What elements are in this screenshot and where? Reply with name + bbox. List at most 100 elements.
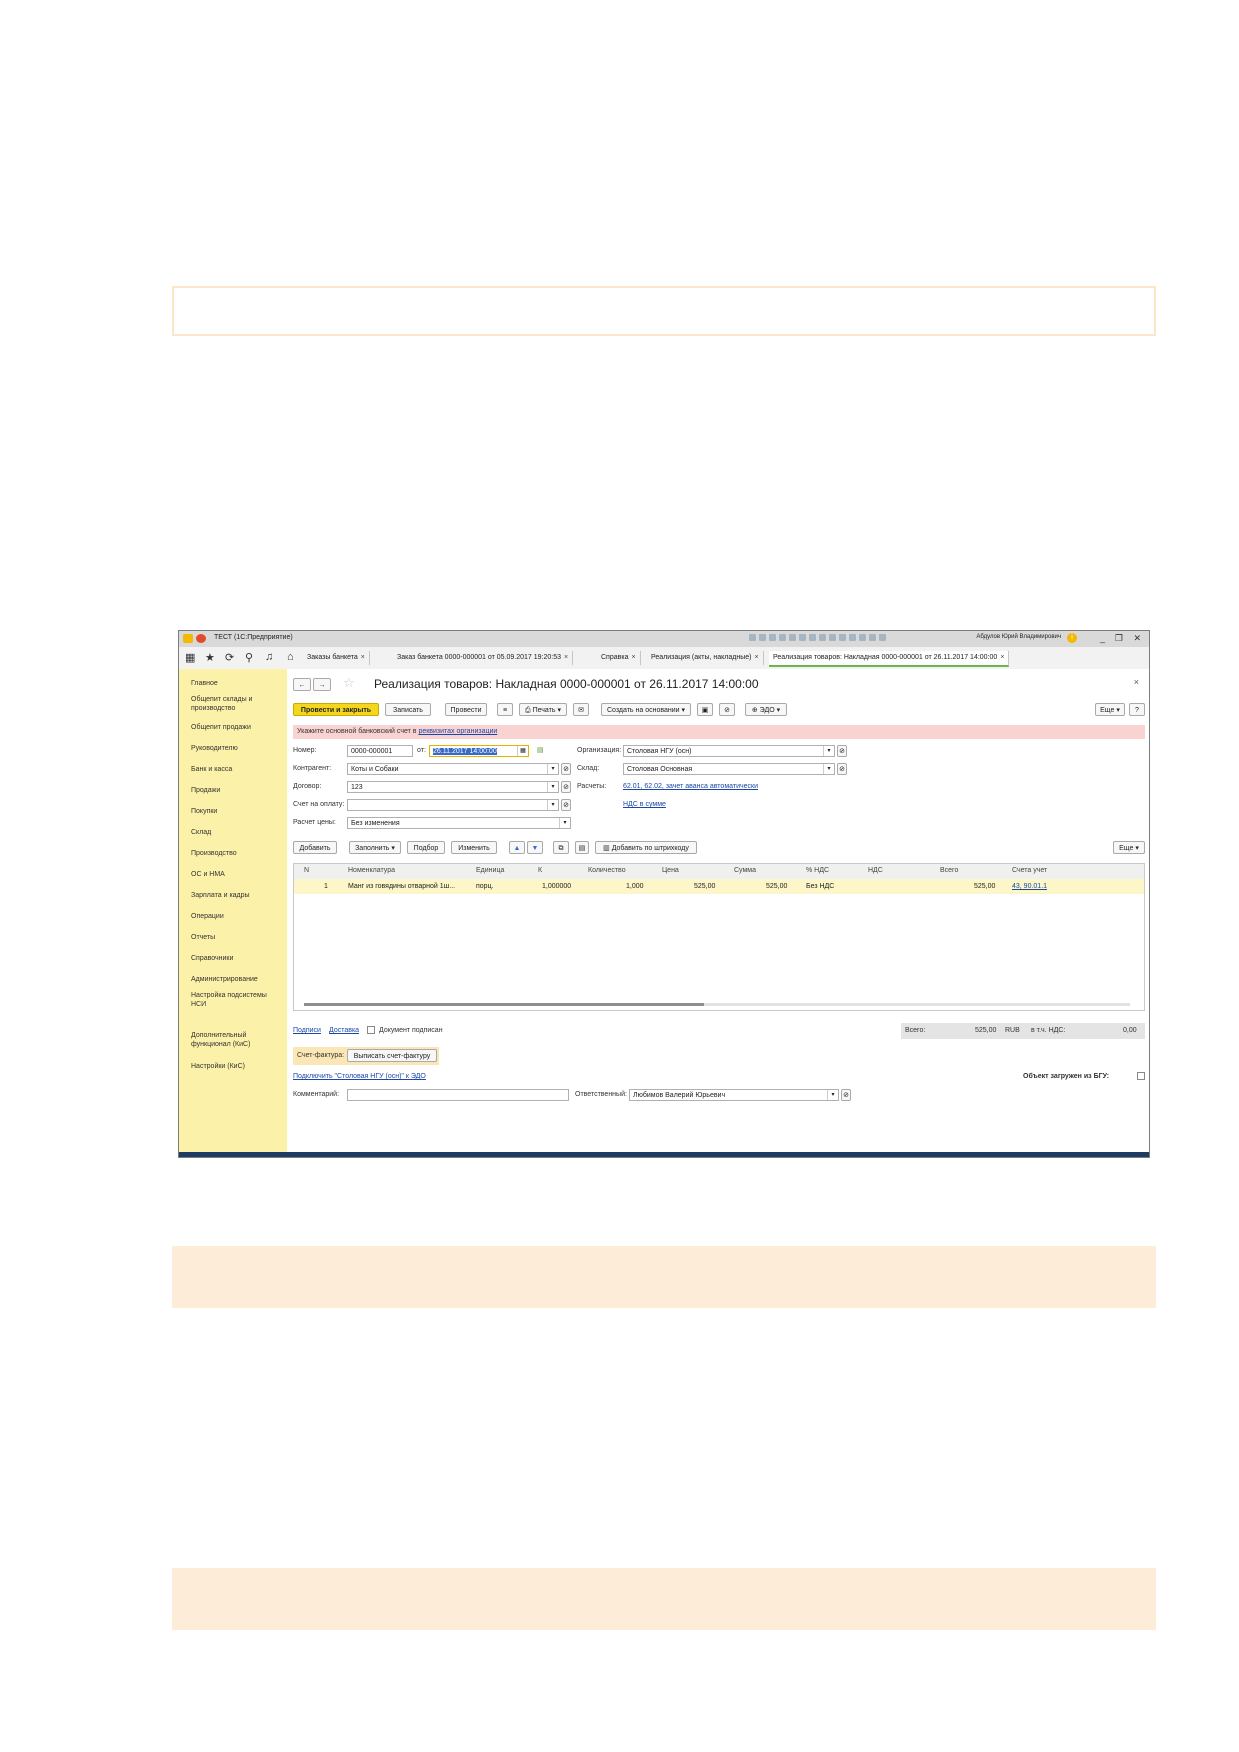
favorite-star-icon[interactable]: ☆ xyxy=(343,675,355,691)
post-button[interactable]: Провести xyxy=(445,703,487,716)
more-button[interactable]: Еще ▾ xyxy=(1095,703,1125,716)
chevron-down-icon[interactable]: ▾ xyxy=(823,764,834,774)
open-contract-icon[interactable]: ⊘ xyxy=(561,781,571,793)
cell-item[interactable]: Манг из говядины отварной 1ш... xyxy=(348,883,455,890)
move-up-icon[interactable]: ▲ xyxy=(509,841,525,854)
date-field[interactable]: 26.11.2017 14:00:00 ▦ xyxy=(429,745,529,757)
favorites-star-icon[interactable]: ★ xyxy=(205,651,215,664)
apps-grid-icon[interactable]: ▦ xyxy=(185,651,195,664)
calendar-icon[interactable]: ▦ xyxy=(517,746,528,756)
help-button[interactable]: ? xyxy=(1129,703,1145,716)
close-form-icon[interactable]: × xyxy=(1134,677,1139,687)
open-org-icon[interactable]: ⊘ xyxy=(837,745,847,757)
table-settings-icon[interactable]: ▤ xyxy=(575,841,589,854)
connect-edo-link[interactable]: Подключить "Столовая НГУ (осн)" к ЭДО xyxy=(293,1073,426,1080)
sidebar-item-bank[interactable]: Банк и касса xyxy=(191,765,283,774)
col-accounts[interactable]: Счета учет xyxy=(1012,867,1047,874)
delivery-link[interactable]: Доставка xyxy=(329,1027,359,1034)
move-down-icon[interactable]: ▼ xyxy=(527,841,543,854)
col-price[interactable]: Цена xyxy=(662,867,679,874)
edo-button[interactable]: ⊕ ЭДО ▾ xyxy=(745,703,787,716)
chevron-down-icon[interactable]: ▾ xyxy=(547,782,558,792)
sidebar-item-fixed-assets[interactable]: ОС и НМА xyxy=(191,870,283,879)
sidebar-item-manager[interactable]: Руководителю xyxy=(191,744,283,753)
goods-table[interactable]: N Номенклатура Единица К Количество Цена… xyxy=(293,863,1145,1011)
cell-sum[interactable]: 525,00 xyxy=(766,883,787,890)
copy-row-icon[interactable]: ⧉ xyxy=(553,841,569,854)
close-tab-icon[interactable]: × xyxy=(361,654,365,661)
tab-banquet-order-doc[interactable]: Заказ банкета 0000-000001 от 05.09.2017 … xyxy=(393,651,574,665)
vat-in-sum-link[interactable]: НДС в сумме xyxy=(623,801,666,808)
sidebar-item-purchases[interactable]: Покупки xyxy=(191,807,283,816)
sidebar-item-catering-warehouse[interactable]: Общепит склады и производство xyxy=(191,695,283,713)
col-sum[interactable]: Сумма xyxy=(734,867,756,874)
date-history-icon[interactable]: ▤ xyxy=(537,746,544,754)
structure-icon[interactable]: ▣ xyxy=(697,703,713,716)
chevron-down-icon[interactable]: ▾ xyxy=(823,746,834,756)
cell-total[interactable]: 525,00 xyxy=(974,883,995,890)
signed-checkbox[interactable] xyxy=(367,1026,375,1034)
org-field[interactable]: Столовая НГУ (осн) ▾ xyxy=(623,745,835,757)
chevron-down-icon[interactable]: ▾ xyxy=(547,800,558,810)
sidebar-item-payroll[interactable]: Зарплата и кадры xyxy=(191,891,283,900)
close-tab-icon[interactable]: × xyxy=(631,654,635,661)
close-tab-icon[interactable]: × xyxy=(564,654,568,661)
col-qty[interactable]: Количество xyxy=(588,867,626,874)
col-vat[interactable]: НДС xyxy=(868,867,883,874)
sidebar-item-directories[interactable]: Справочники xyxy=(191,954,283,963)
search-icon[interactable]: ⚲ xyxy=(245,651,253,664)
sidebar-item-main[interactable]: Главное xyxy=(191,679,283,688)
col-total[interactable]: Всего xyxy=(940,867,958,874)
add-by-barcode-button[interactable]: ▥ Добавить по штрихкоду xyxy=(595,841,697,854)
close-window-icon[interactable]: ✕ xyxy=(1133,633,1141,644)
sidebar-item-admin[interactable]: Администрирование xyxy=(191,975,283,984)
current-user[interactable]: Абдулов Юрий Владимирович xyxy=(976,634,1061,640)
chevron-down-icon[interactable]: ▾ xyxy=(547,764,558,774)
warehouse-field[interactable]: Столовая Основная ▾ xyxy=(623,763,835,775)
toolbar-icons[interactable] xyxy=(749,634,919,643)
number-field[interactable]: 0000-000001 xyxy=(347,745,413,757)
sidebar-item-catering-sales[interactable]: Общепит продажи xyxy=(191,723,283,732)
horizontal-scrollbar[interactable] xyxy=(304,1003,1130,1006)
signatures-link[interactable]: Подписи xyxy=(293,1027,321,1034)
post-and-close-button[interactable]: Провести и закрыть xyxy=(293,703,379,716)
scrollbar-thumb[interactable] xyxy=(304,1003,704,1006)
open-invoice-icon[interactable]: ⊘ xyxy=(561,799,571,811)
sidebar-item-reports[interactable]: Отчеты xyxy=(191,933,283,942)
home-icon[interactable]: ⌂ xyxy=(287,651,294,663)
tab-sales-list[interactable]: Реализация (акты, накладные) × xyxy=(647,651,764,665)
restore-icon[interactable]: ❐ xyxy=(1115,633,1123,644)
close-tab-icon[interactable]: × xyxy=(1000,654,1004,661)
cell-vat-rate[interactable]: Без НДС xyxy=(806,883,834,890)
col-n[interactable]: N xyxy=(304,867,309,874)
col-k[interactable]: К xyxy=(538,867,542,874)
price-calc-field[interactable]: Без изменения ▾ xyxy=(347,817,571,829)
contract-field[interactable]: 123 ▾ xyxy=(347,781,559,793)
col-unit[interactable]: Единица xyxy=(476,867,504,874)
invoice-field[interactable]: ▾ xyxy=(347,799,559,811)
sidebar-item-operations[interactable]: Операции xyxy=(191,912,283,921)
sidebar-item-extra[interactable]: Дополнительный функционал (КиС) xyxy=(191,1031,283,1049)
table-more-button[interactable]: Еще ▾ xyxy=(1113,841,1145,854)
col-item[interactable]: Номенклатура xyxy=(348,867,395,874)
open-counterparty-icon[interactable]: ⊘ xyxy=(561,763,571,775)
add-row-button[interactable]: Добавить xyxy=(293,841,337,854)
cell-accounts[interactable]: 43, 90.01.1 xyxy=(1012,883,1047,890)
back-button[interactable]: ← xyxy=(293,678,311,691)
cell-k[interactable]: 1,000000 xyxy=(542,883,571,890)
attach-icon[interactable]: ⊘ xyxy=(719,703,735,716)
tab-sales-doc[interactable]: Реализация товаров: Накладная 0000-00000… xyxy=(769,651,1010,667)
comment-field[interactable] xyxy=(347,1089,569,1101)
sidebar-item-sales[interactable]: Продажи xyxy=(191,786,283,795)
chevron-down-icon[interactable]: ▾ xyxy=(827,1090,838,1100)
counterparty-field[interactable]: Коты и Собаки ▾ xyxy=(347,763,559,775)
table-row[interactable]: 1 Манг из говядины отварной 1ш... порц. … xyxy=(294,879,1144,894)
col-vat-rate[interactable]: % НДС xyxy=(806,867,829,874)
sidebar-item-warehouse[interactable]: Склад xyxy=(191,828,283,837)
org-details-link[interactable]: реквизитах организации xyxy=(418,728,497,735)
open-warehouse-icon[interactable]: ⊘ xyxy=(837,763,847,775)
print-button[interactable]: ⎙ Печать ▾ xyxy=(519,703,567,716)
issue-invoice-button[interactable]: Выписать счет-фактуру xyxy=(347,1049,437,1062)
cell-qty[interactable]: 1,000 xyxy=(626,883,644,890)
forward-button[interactable]: → xyxy=(313,678,331,691)
